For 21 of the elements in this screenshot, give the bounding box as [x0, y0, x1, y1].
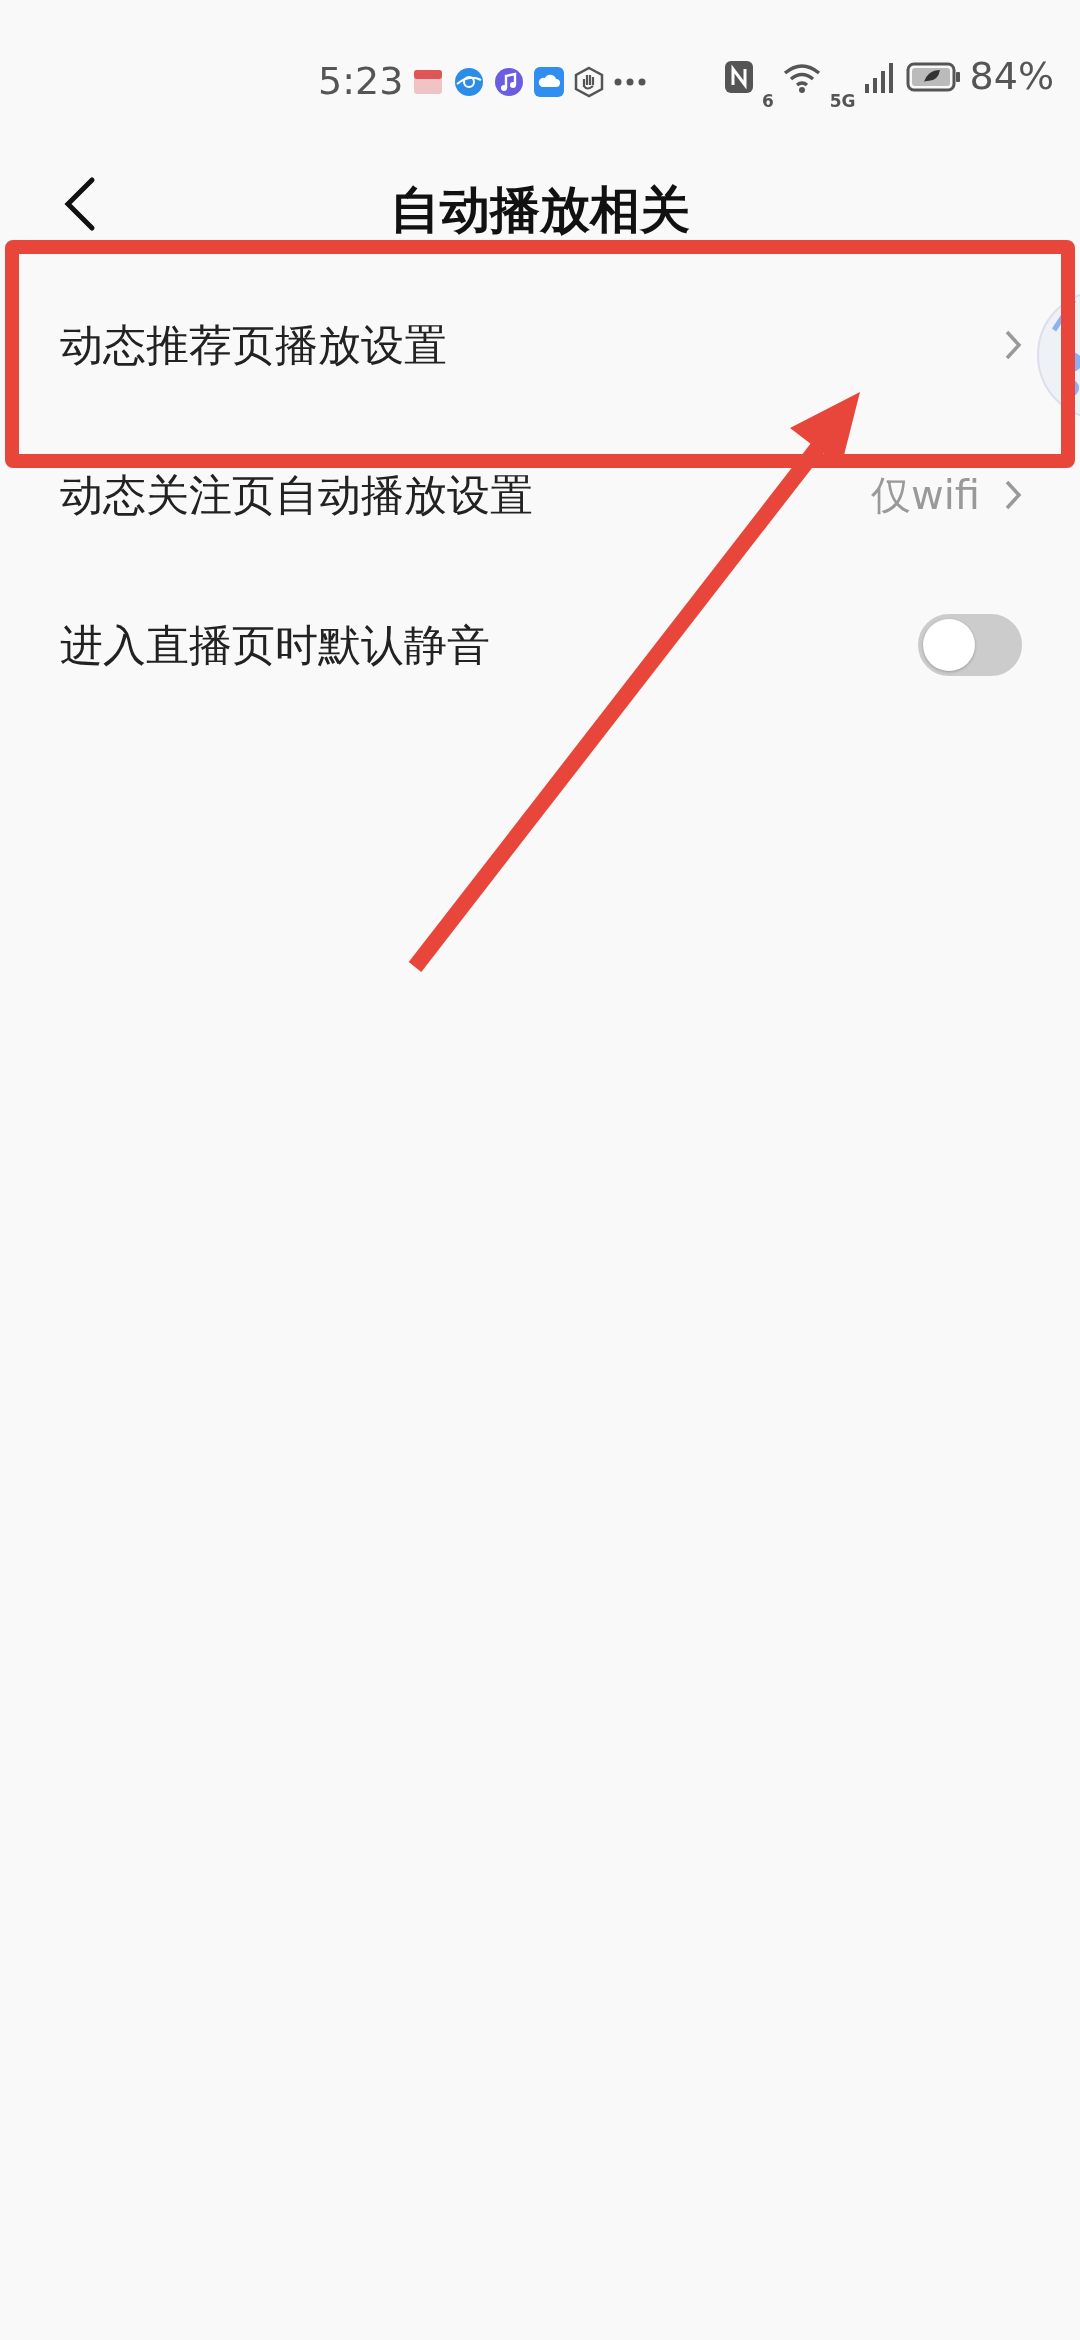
settings-row[interactable]: 动态推荐页播放设置 [0, 270, 1080, 420]
wifi-generation-label: 6 [761, 93, 774, 110]
hand-icon [573, 65, 606, 98]
nfc-icon [723, 59, 754, 94]
page-title: 自动播放相关 [390, 179, 690, 241]
cloud-icon [533, 65, 566, 98]
battery-percent: 84% [969, 53, 1054, 100]
setting-value: 仅wifi [870, 471, 980, 520]
more-dots-icon [613, 76, 648, 87]
settings-row[interactable]: 动态关注页自动播放设置 仅wifi [0, 420, 1080, 570]
setting-label: 动态推荐页播放设置 [60, 318, 447, 372]
battery-icon [905, 60, 962, 93]
setting-label: 进入直播页时默认静音 [60, 618, 490, 672]
music-note-icon [493, 65, 526, 98]
network-label: 5G [829, 93, 856, 110]
setting-label: 动态关注页自动播放设置 [60, 468, 533, 522]
chevron-right-icon [1004, 479, 1022, 511]
back-icon[interactable] [62, 176, 96, 232]
status-time: 5:23 [318, 58, 404, 105]
settings-row[interactable]: 进入直播页时默认静音 [0, 570, 1080, 720]
chevron-right-icon [1004, 329, 1022, 361]
